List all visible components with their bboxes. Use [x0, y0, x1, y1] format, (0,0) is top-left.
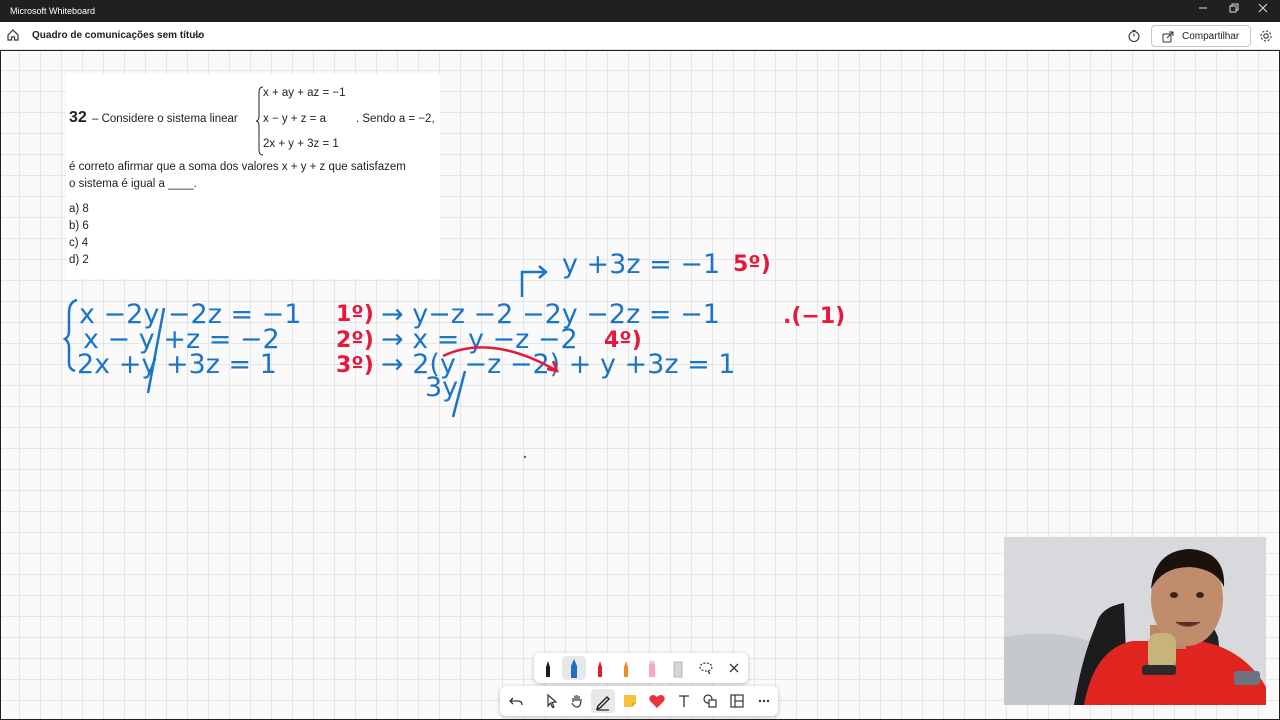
handwritten-system-line-3: 2x +y +3z = 1 [77, 349, 277, 380]
orange-pen-button[interactable] [614, 656, 638, 680]
close-icon [1258, 3, 1268, 13]
board-title[interactable]: Quadro de comunicações sem título [32, 30, 204, 41]
minimize-button[interactable] [1186, 0, 1220, 22]
undo-button[interactable] [504, 689, 528, 713]
black-pen-button[interactable] [536, 656, 560, 680]
close-pens-button[interactable] [722, 656, 746, 680]
chevron-down-icon[interactable] [193, 32, 203, 40]
presenter-video [1004, 537, 1266, 705]
handwritten-tag-2: 2º) [336, 328, 374, 353]
app-title: Microsoft Whiteboard [10, 6, 96, 16]
app-header: Quadro de comunicações sem título Compar… [0, 22, 1280, 50]
minimize-icon [1199, 7, 1207, 9]
pen-tool-button[interactable] [591, 689, 615, 713]
handwritten-top-line: y +3z = −1 [562, 249, 720, 280]
ink-dot [523, 455, 527, 459]
main-toolbar [500, 686, 778, 716]
templates-icon [730, 694, 744, 708]
highlighter-button[interactable] [640, 656, 664, 680]
pen-toolbar [534, 653, 748, 683]
share-label: Compartilhar [1182, 31, 1240, 42]
pan-button[interactable] [565, 689, 589, 713]
home-icon[interactable] [6, 28, 20, 42]
close-window-button[interactable] [1246, 0, 1280, 22]
heart-icon [649, 694, 665, 708]
handwritten-tag-3: 3º) [336, 353, 374, 378]
timer-icon[interactable] [1127, 29, 1141, 43]
system-brace-icon [62, 298, 78, 373]
pen-icon [595, 696, 610, 711]
black-pen-icon [546, 661, 550, 677]
lasso-button[interactable] [694, 656, 718, 680]
handwritten-sub-note: 3y [425, 372, 458, 403]
shapes-icon [703, 694, 717, 708]
lasso-icon [699, 662, 713, 675]
text-icon [679, 695, 689, 707]
sticky-note-icon [624, 695, 636, 707]
share-button[interactable]: Compartilhar [1151, 25, 1251, 47]
close-icon [729, 663, 739, 673]
blue-pen-icon [571, 659, 577, 678]
handwritten-tag-5: 5º) [733, 252, 771, 277]
reactions-button[interactable] [645, 689, 669, 713]
handwritten-multiplier: .(−1) [783, 304, 845, 329]
undo-icon [509, 697, 523, 706]
hand-icon [571, 695, 582, 708]
highlighter-icon [649, 661, 655, 677]
whiteboard-canvas[interactable]: 32 – Considere o sistema linear x + ay +… [1, 51, 1279, 719]
red-pen-icon [598, 661, 602, 677]
webcam-overlay [1004, 537, 1266, 705]
blue-pen-button[interactable] [562, 656, 586, 680]
eraser-button[interactable] [666, 656, 690, 680]
more-button[interactable] [752, 689, 776, 713]
templates-button[interactable] [725, 689, 749, 713]
more-icon [758, 699, 770, 703]
gear-icon[interactable] [1259, 29, 1273, 43]
pointer-icon [547, 693, 558, 709]
red-pen-button[interactable] [588, 656, 612, 680]
select-button[interactable] [539, 689, 563, 713]
shapes-button[interactable] [698, 689, 722, 713]
orange-pen-icon [624, 661, 628, 677]
eraser-icon [673, 661, 683, 678]
corner-arrow-icon [520, 265, 548, 297]
share-icon [1162, 31, 1174, 43]
handwritten-tag-1: 1º) [336, 302, 374, 327]
restore-icon [1229, 3, 1239, 13]
sticky-note-button[interactable] [618, 689, 642, 713]
title-bar: Microsoft Whiteboard [0, 0, 1280, 22]
text-button[interactable] [672, 689, 696, 713]
